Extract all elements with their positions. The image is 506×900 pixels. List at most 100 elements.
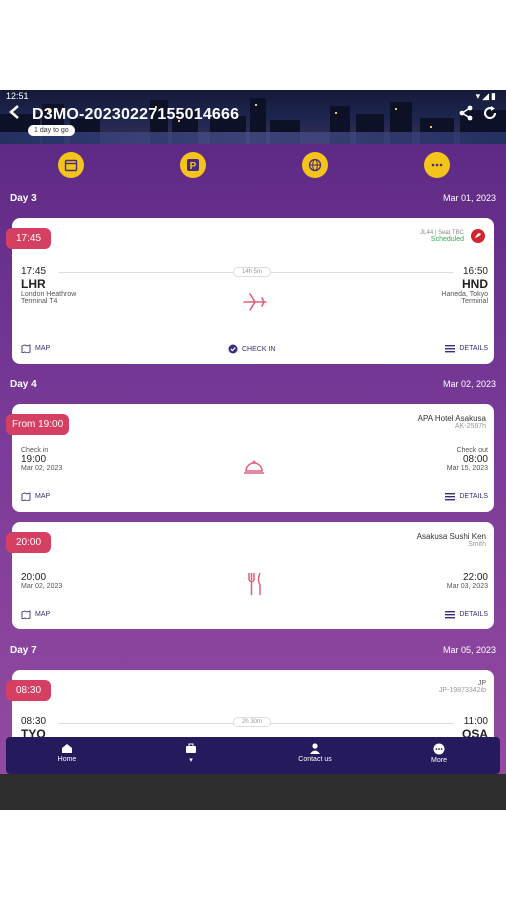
globe-button[interactable] xyxy=(302,152,328,178)
hotel-info: APA Hotel Asakusa AK-2587h xyxy=(418,414,486,430)
dining-card[interactable]: 20:00 Asakusa Sushi Ken Smith 20:00 Mar … xyxy=(6,522,494,629)
flight-card[interactable]: 17:45 JL44 | Seat TBC Scheduled 17:45 LH… xyxy=(6,218,494,364)
system-icons: ▾◢▮ xyxy=(475,91,498,101)
check-in-time: 19:00 xyxy=(21,454,47,465)
end-block: 22:00 Mar 03, 2023 xyxy=(447,572,488,590)
day-label: Day 3 xyxy=(10,193,37,204)
more-circle-icon xyxy=(433,743,445,755)
details-link[interactable]: DETAILS xyxy=(445,344,488,353)
cutlery-icon xyxy=(248,572,261,595)
details-label: DETAILS xyxy=(459,611,488,618)
start-time: 20:00 xyxy=(21,572,47,583)
arrival-time: 11:00 xyxy=(463,716,488,727)
tab-bookings[interactable]: ▾ xyxy=(151,737,231,774)
map-label: MAP xyxy=(35,345,51,352)
departure-time: 08:30 xyxy=(21,716,47,727)
booking-ref: JP-19873342ib xyxy=(438,687,486,694)
restaurant-name: Asakusa Sushi Ken xyxy=(416,532,486,541)
briefcase-icon xyxy=(186,743,196,753)
time-badge: 17:45 xyxy=(6,228,52,249)
page-title: D3MO-20230227155014666 xyxy=(32,106,240,123)
tab-more[interactable]: More xyxy=(399,737,479,774)
arrival-time: 16:50 xyxy=(462,266,488,277)
end-time: 22:00 xyxy=(462,572,488,583)
details-label: DETAILS xyxy=(459,493,488,500)
check-in-button[interactable]: CHECK IN xyxy=(228,344,275,354)
share-button[interactable] xyxy=(458,105,474,126)
map-link[interactable]: MAP xyxy=(21,344,50,353)
hotel-name: APA Hotel Asakusa xyxy=(417,414,486,423)
day-date: Mar 02, 2023 xyxy=(442,379,496,389)
calendar-icon xyxy=(64,159,78,172)
arrival: 16:50 HND Haneda, Tokyo Terminal xyxy=(441,266,488,305)
parking-icon: P xyxy=(187,159,199,172)
time-badge: 20:00 xyxy=(6,532,52,553)
globe-icon xyxy=(308,158,322,172)
check-in-date: Mar 02, 2023 xyxy=(21,465,63,472)
tab-home[interactable]: Home xyxy=(27,737,107,774)
home-icon xyxy=(62,744,72,753)
reservation-name: Smith xyxy=(468,541,486,548)
tab-label: More xyxy=(431,757,447,764)
start-block: 20:00 Mar 02, 2023 xyxy=(21,572,62,590)
flight-meta: JP JP-19873342ib xyxy=(439,680,486,694)
quick-actions: P xyxy=(0,152,506,180)
departure-code: LHR xyxy=(21,277,46,291)
time-badge: 08:30 xyxy=(6,680,52,701)
status-bar: 12:51 ▾◢▮ xyxy=(0,90,506,102)
map-icon xyxy=(21,344,31,353)
day-date: Mar 01, 2023 xyxy=(442,193,496,203)
flight-meta: JL44 | Seat TBC Scheduled xyxy=(420,230,464,243)
details-link[interactable]: DETAILS xyxy=(445,492,488,501)
back-button[interactable] xyxy=(8,104,28,126)
check-in-label: CHECK IN xyxy=(242,345,276,353)
more-button[interactable] xyxy=(424,152,450,178)
day-date: Mar 05, 2023 xyxy=(442,645,496,655)
map-label: MAP xyxy=(35,493,51,500)
flight-duration: 2h 30m xyxy=(233,717,272,727)
flight-status: Scheduled xyxy=(430,236,464,243)
back-arrow-icon xyxy=(9,105,19,119)
restaurant-info: Asakusa Sushi Ken Smith xyxy=(417,532,486,548)
map-link[interactable]: MAP xyxy=(21,610,50,619)
check-in-block: Check in 19:00 Mar 02, 2023 xyxy=(21,447,62,472)
tab-label: Home xyxy=(57,756,77,763)
hotel-card[interactable]: From 19:00 APA Hotel Asakusa AK-2587h Ch… xyxy=(6,404,494,512)
day-header: Day 4 Mar 02, 2023 xyxy=(10,379,496,390)
arrival-airport: Haneda, Tokyo xyxy=(441,291,488,298)
app-screen: 12:51 ▾◢▮ D3MO-20230227155014666 1 day t… xyxy=(0,90,506,810)
calendar-button[interactable] xyxy=(58,152,84,178)
end-date: Mar 03, 2023 xyxy=(446,583,488,590)
map-icon xyxy=(21,492,31,501)
departure-airport: London Heathrow xyxy=(21,291,77,298)
header: 12:51 ▾◢▮ D3MO-20230227155014666 1 day t… xyxy=(0,90,506,144)
dropdown-icon: ▾ xyxy=(189,757,193,764)
refresh-icon xyxy=(484,106,497,120)
map-link[interactable]: MAP xyxy=(21,492,50,501)
refresh-button[interactable] xyxy=(482,105,498,126)
tab-label: Contact us xyxy=(298,756,332,763)
water-reflection xyxy=(0,132,506,144)
check-out-block: Check out 08:00 Mar 15, 2023 xyxy=(447,447,488,472)
tab-contact[interactable]: Contact us xyxy=(275,737,355,774)
list-icon xyxy=(445,493,456,501)
details-link[interactable]: DETAILS xyxy=(445,610,488,619)
airline-logo-icon xyxy=(471,229,485,243)
details-label: DETAILS xyxy=(459,345,488,352)
arrival-code: HND xyxy=(462,277,488,291)
check-circle-icon xyxy=(228,344,238,354)
person-icon xyxy=(310,743,320,754)
time-badge: From 19:00 xyxy=(6,414,70,435)
parking-button[interactable]: P xyxy=(180,152,206,178)
map-label: MAP xyxy=(35,611,51,618)
day-header: Day 3 Mar 01, 2023 xyxy=(10,193,496,204)
system-navigation-bar xyxy=(0,774,506,810)
carrier-code: JP xyxy=(477,680,486,687)
list-icon xyxy=(445,611,456,619)
departure-terminal: Terminal T4 xyxy=(21,298,58,305)
arrival-terminal: Terminal xyxy=(461,298,488,305)
more-icon xyxy=(431,163,443,167)
list-icon xyxy=(445,345,456,353)
status-time: 12:51 xyxy=(6,91,29,101)
day-label: Day 7 xyxy=(10,645,37,656)
